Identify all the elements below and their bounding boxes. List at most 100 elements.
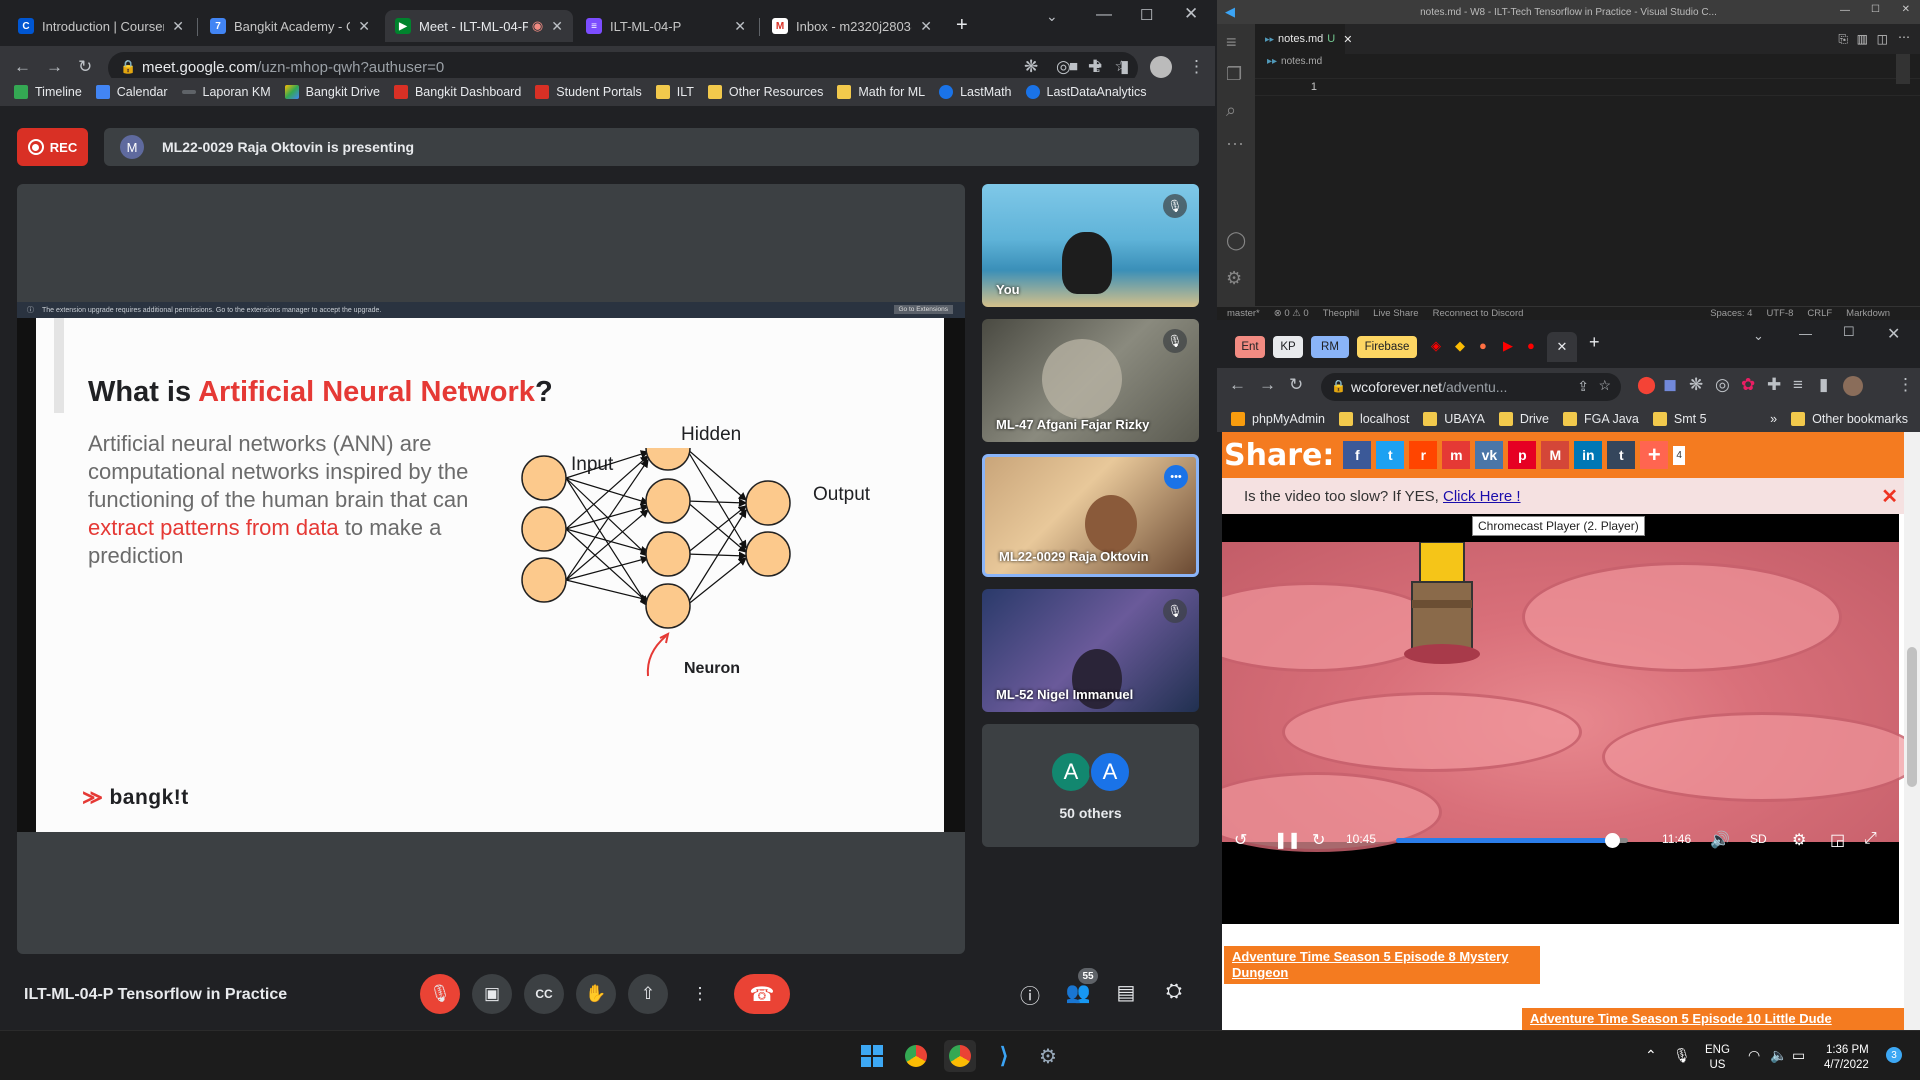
sidepanel-icon[interactable]: ▮ — [1819, 375, 1828, 395]
scrollbar-thumb[interactable] — [1907, 647, 1917, 787]
captions-button[interactable]: CC — [524, 974, 564, 1014]
explorer-icon[interactable]: ❐ — [1226, 64, 1242, 85]
settings-gear-icon[interactable]: ⚙ — [1792, 830, 1806, 850]
bookmark-lastdataanalytics[interactable]: LastDataAnalytics — [1025, 85, 1147, 99]
settings-app-icon[interactable]: ⚙ — [1032, 1040, 1064, 1072]
minimize-icon[interactable]: — — [1096, 6, 1112, 24]
profile-avatar[interactable] — [1843, 376, 1863, 396]
share-icon[interactable]: ⇪ — [1577, 378, 1589, 395]
language-status[interactable]: Markdown — [1846, 308, 1890, 319]
new-tab-button[interactable]: + — [956, 14, 968, 37]
bookmark-lastmath[interactable]: LastMath — [939, 85, 1012, 99]
activities-icon[interactable]: ⛭ — [1160, 980, 1188, 1003]
go-to-extensions-button[interactable]: Go to Extensions — [893, 305, 953, 314]
tab-icon[interactable]: ● — [1479, 338, 1487, 353]
editor-line[interactable]: 1 — [1255, 78, 1920, 96]
indent-status[interactable]: Spaces: 4 — [1710, 308, 1752, 319]
media-icon[interactable]: ≡ — [1793, 375, 1803, 395]
fullscreen-icon[interactable]: ⤢ — [1864, 830, 1877, 848]
quality-label[interactable]: SD — [1750, 832, 1767, 846]
close-icon[interactable]: ✕ — [1881, 484, 1898, 509]
raise-hand-button[interactable]: ✋ — [576, 974, 616, 1014]
bookmark-fga-java[interactable]: FGA Java — [1563, 412, 1639, 426]
bookmark-ilt[interactable]: ILT — [655, 85, 694, 99]
close-tab-icon[interactable]: ✕ — [734, 18, 746, 35]
bookmark-calendar[interactable]: Calendar — [95, 85, 168, 99]
tab-notes-md[interactable]: ▸▸ notes.md U ✕ — [1255, 24, 1352, 54]
menu-icon[interactable]: ⋮ — [1188, 57, 1205, 77]
reload-icon[interactable]: ↻ — [1289, 375, 1303, 395]
close-window-icon[interactable]: ✕ — [1887, 324, 1900, 344]
puzzle-icon[interactable]: ✚ — [1088, 57, 1102, 77]
close-tab-icon[interactable]: ✕ — [172, 18, 184, 35]
participant-tile-active-speaker[interactable]: ••• ML22-0029 Raja Oktovin — [982, 454, 1199, 577]
twitter-icon[interactable]: t — [1376, 441, 1405, 469]
participant-tile[interactable]: 🎙 You — [982, 184, 1199, 307]
tab-group-firebase[interactable]: Firebase — [1357, 336, 1417, 358]
back-icon[interactable]: ← — [1229, 375, 1246, 395]
page-scrollbar[interactable] — [1904, 432, 1920, 1030]
maximize-icon[interactable]: ☐ — [1871, 4, 1880, 15]
bookmark-other-bookmarks[interactable]: Other bookmarks — [1791, 412, 1908, 426]
close-tab-icon[interactable]: ✕ — [358, 18, 370, 35]
account-icon[interactable]: ◯ — [1226, 230, 1246, 251]
tab-search-icon[interactable]: ⌄ — [1753, 328, 1764, 344]
close-window-icon[interactable]: ✕ — [1184, 4, 1198, 24]
more-icon[interactable]: ⋯ — [1226, 134, 1244, 155]
forward-icon[interactable]: → — [46, 57, 63, 77]
extension-icon[interactable]: ◼ — [1663, 375, 1677, 395]
rewind-icon[interactable]: ↺ — [1234, 830, 1247, 850]
eol-status[interactable]: CRLF — [1807, 308, 1832, 319]
camera-toggle-button[interactable]: ▣ — [472, 974, 512, 1014]
bookmark-math-for-ml[interactable]: Math for ML — [837, 85, 925, 99]
prev-episode-link[interactable]: Adventure Time Season 5 Episode 8 Myster… — [1224, 946, 1540, 984]
gear-icon[interactable]: ⚙ — [1226, 268, 1242, 289]
search-icon[interactable]: ⌕ — [1226, 100, 1236, 121]
puzzle-icon[interactable]: ✚ — [1767, 375, 1781, 395]
maximize-icon[interactable]: ☐ — [1140, 6, 1153, 24]
reddit-icon[interactable]: r — [1409, 441, 1438, 469]
present-button[interactable]: ⇧ — [628, 974, 668, 1014]
seek-handle[interactable] — [1604, 833, 1620, 848]
back-icon[interactable]: ← — [14, 57, 31, 77]
clock[interactable]: 1:36 PM 4/7/2022 — [1824, 1043, 1869, 1073]
start-button[interactable] — [856, 1040, 888, 1072]
mic-toggle-button[interactable]: 🎙 — [420, 974, 460, 1014]
more-options-button[interactable]: ⋮ — [680, 974, 720, 1014]
language-indicator[interactable]: ENG US — [1705, 1043, 1730, 1073]
gmail-icon[interactable]: M — [1541, 441, 1570, 469]
linkedin-icon[interactable]: in — [1574, 441, 1603, 469]
chrome-app-icon[interactable] — [900, 1040, 932, 1072]
extension-icon[interactable]: ◎ — [1715, 375, 1730, 395]
extension-icon[interactable]: ⬤ — [1637, 375, 1656, 395]
tumblr-icon[interactable]: t — [1607, 441, 1636, 469]
compare-icon[interactable]: ⎘ — [1838, 32, 1848, 47]
profile-avatar[interactable] — [1150, 56, 1172, 78]
forward-icon[interactable]: ↻ — [1312, 830, 1325, 850]
tab-meet-active[interactable]: ▶ Meet - ILT-ML-04-P ◉ ✕ — [385, 10, 573, 42]
pip-icon[interactable]: ◲ — [1830, 830, 1845, 850]
bookmark-timeline[interactable]: Timeline — [14, 85, 82, 99]
close-window-icon[interactable]: ✕ — [1902, 4, 1910, 15]
end-call-button[interactable]: ☎ — [734, 974, 790, 1014]
problems-status[interactable]: ⊗ 0 ⚠ 0 — [1274, 308, 1309, 319]
tray-overflow-icon[interactable]: ⌃ — [1645, 1047, 1657, 1064]
add-share-icon[interactable]: + — [1640, 441, 1669, 469]
extension-icon[interactable]: ◎ — [1056, 57, 1071, 77]
figma-tab-icon[interactable]: ◈ — [1431, 338, 1441, 354]
menu-icon[interactable]: ≡ — [1226, 32, 1237, 53]
others-tile[interactable]: A A 50 others — [982, 724, 1199, 847]
pause-icon[interactable]: ❚❚ — [1274, 830, 1301, 850]
extension-icon[interactable]: ❋ — [1024, 57, 1038, 77]
tab-gmail[interactable]: M Inbox - m2320j2803@ ✕ — [762, 10, 942, 42]
close-tab-icon[interactable]: ✕ — [1343, 33, 1352, 46]
discord-status[interactable]: Reconnect to Discord — [1433, 308, 1524, 319]
close-active-tab-icon[interactable]: ✕ — [1547, 332, 1577, 362]
click-here-link[interactable]: Click Here ! — [1443, 488, 1521, 505]
tab-icon[interactable]: ● — [1527, 338, 1535, 353]
bookmark-localhost[interactable]: localhost — [1338, 412, 1409, 426]
minimize-icon[interactable]: — — [1840, 5, 1850, 16]
vscode-app-icon[interactable]: ⟩ — [988, 1040, 1020, 1072]
extension-icon[interactable]: ✿ — [1741, 375, 1755, 395]
menu-icon[interactable]: ⋮ — [1897, 375, 1914, 395]
